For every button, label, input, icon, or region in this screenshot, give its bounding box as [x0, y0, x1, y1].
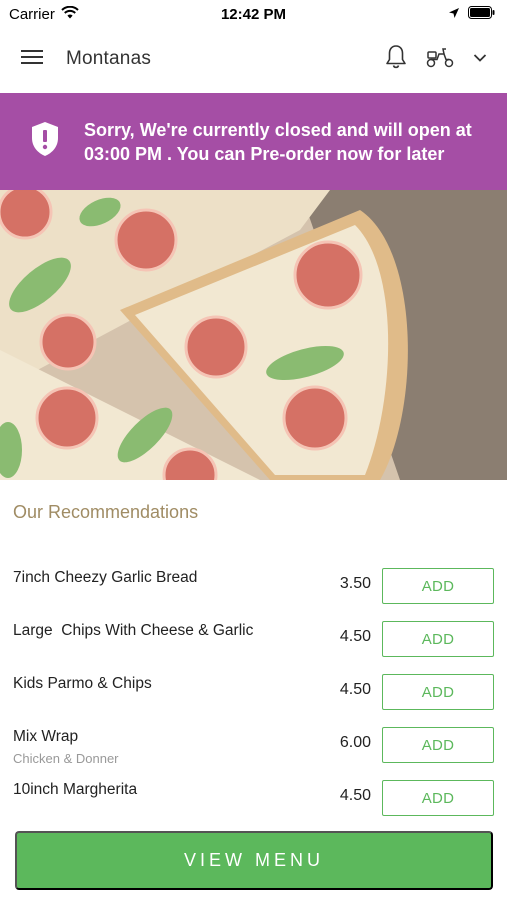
carrier-label: Carrier — [9, 5, 55, 23]
item-name: 7inch Cheezy Garlic Bread — [13, 569, 198, 586]
menu-item: Mix Wrap Chicken & Donner 6.00 ADD — [0, 719, 507, 772]
shield-alert-icon — [30, 121, 60, 162]
item-price: 4.50 — [339, 681, 371, 698]
item-subtitle: Chicken & Donner — [13, 751, 119, 766]
nav-bar: Montanas — [0, 28, 507, 90]
restaurant-title: Montanas — [66, 48, 152, 69]
location-arrow-icon — [448, 6, 460, 23]
add-button[interactable]: ADD — [382, 727, 494, 763]
item-name: Large Chips With Cheese & Garlic — [13, 622, 254, 639]
item-price: 6.00 — [339, 734, 371, 751]
recommendations-title: Our Recommendations — [13, 502, 199, 522]
add-button[interactable]: ADD — [382, 780, 494, 816]
status-left: Carrier — [9, 5, 79, 23]
recommendations-list: 7inch Cheezy Garlic Bread 3.50 ADD Large… — [0, 560, 507, 825]
add-button[interactable]: ADD — [382, 568, 494, 604]
status-right — [448, 5, 495, 23]
nav-actions — [385, 44, 487, 75]
battery-icon — [468, 5, 495, 23]
pizza-image — [0, 190, 507, 480]
menu-item: Large Chips With Cheese & Garlic 4.50 AD… — [0, 613, 507, 666]
menu-item: 10inch Margherita 4.50 ADD — [0, 772, 507, 825]
item-name: Kids Parmo & Chips — [13, 675, 152, 692]
chevron-down-icon[interactable] — [473, 50, 487, 68]
bell-icon[interactable] — [385, 44, 407, 75]
status-bar: Carrier 12:42 PM — [0, 0, 507, 28]
menu-item: Kids Parmo & Chips 4.50 ADD — [0, 666, 507, 719]
closed-message: Sorry, We're currently closed and will o… — [84, 119, 472, 164]
item-price: 3.50 — [339, 575, 371, 592]
add-button[interactable]: ADD — [382, 674, 494, 710]
item-name: 10inch Margherita — [13, 781, 138, 798]
item-price: 4.50 — [339, 628, 371, 645]
menu-item: 7inch Cheezy Garlic Bread 3.50 ADD — [0, 560, 507, 613]
view-menu-button[interactable]: VIEW MENU — [15, 831, 493, 890]
closed-banner: Sorry, We're currently closed and will o… — [0, 93, 507, 190]
hero-image — [0, 190, 507, 480]
item-name: Mix Wrap — [13, 728, 79, 745]
item-price: 4.50 — [339, 787, 371, 804]
scooter-icon[interactable] — [425, 45, 455, 74]
menu-icon[interactable] — [20, 48, 44, 71]
add-button[interactable]: ADD — [382, 621, 494, 657]
wifi-icon — [61, 5, 79, 23]
